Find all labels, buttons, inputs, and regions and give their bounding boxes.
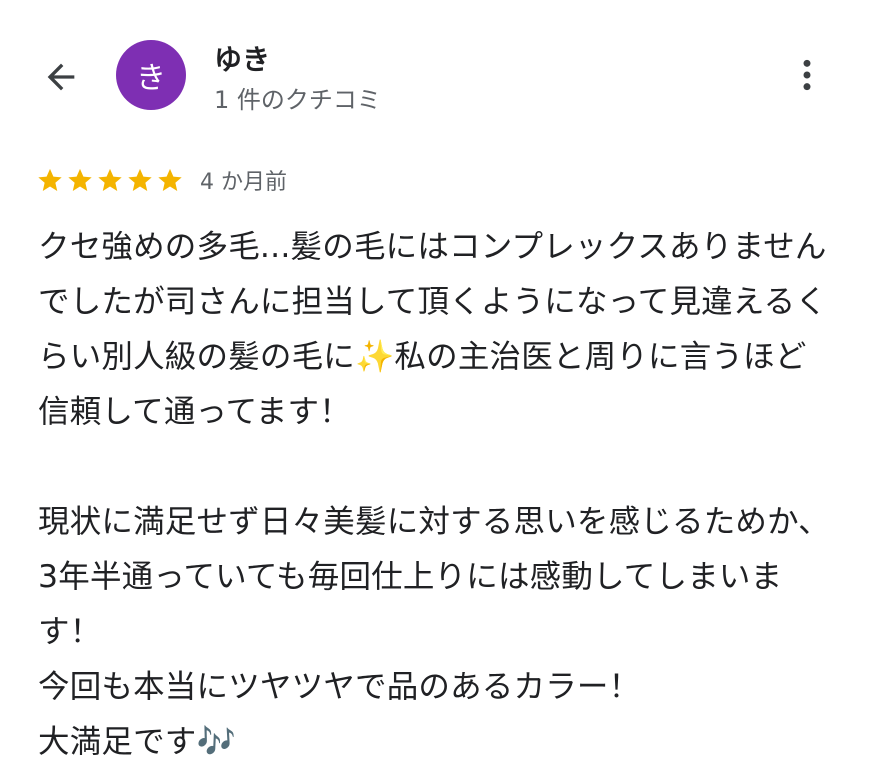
rating-row: 4 か月前 (36, 162, 287, 198)
back-button[interactable] (38, 54, 84, 100)
review-count: 1 件のクチコミ (214, 86, 381, 114)
star-icon (68, 168, 92, 191)
arrow-back-icon (47, 63, 75, 91)
star-icon (98, 168, 122, 191)
more-vert-icon (803, 59, 811, 91)
review-header: き ゆき 1 件のクチコミ (0, 0, 869, 140)
reviewer-name[interactable]: ゆき (214, 38, 270, 78)
star-icon (38, 168, 62, 191)
review-time: 4 か月前 (200, 170, 287, 195)
avatar-letter: き (136, 61, 166, 96)
star-icon (128, 168, 152, 191)
star-rating (36, 166, 184, 194)
avatar[interactable]: き (116, 40, 186, 110)
star-icon (158, 168, 182, 191)
review-text: クセ強めの多毛...髪の毛にはコンプレックスありませんでしたが司さんに担当して頂… (38, 229, 830, 760)
more-options-button[interactable] (784, 52, 830, 98)
